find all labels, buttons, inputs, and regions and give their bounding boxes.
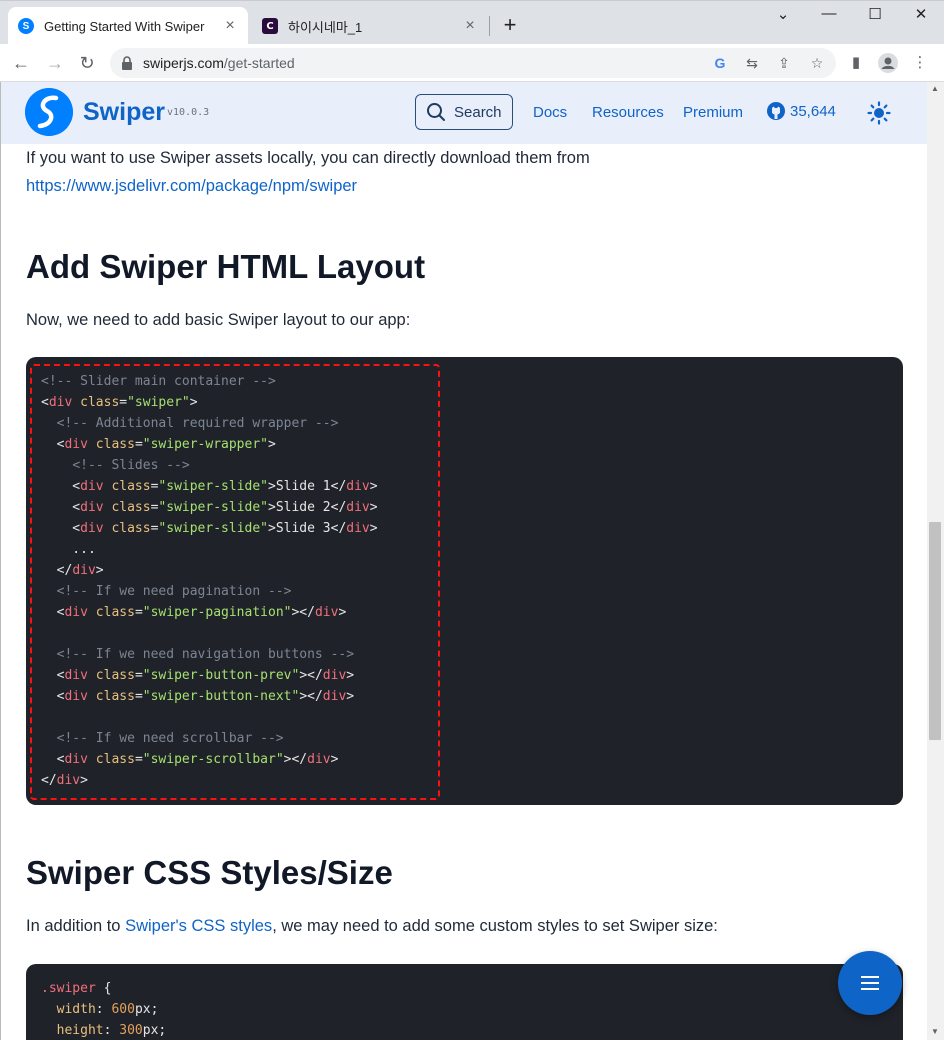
table-of-contents-button[interactable] (838, 951, 902, 1015)
swiper-logo-icon[interactable] (25, 88, 73, 136)
bookmark-star-icon[interactable]: ☆ (808, 54, 826, 72)
code-line: width: 600px; (41, 999, 159, 1020)
close-tab-icon[interactable]: × (462, 17, 478, 35)
browser-toolbar: ← → ↻ swiperjs.com/get-started G ⇆ ⇪ ☆ ▮… (0, 44, 944, 82)
lock-icon (122, 56, 132, 70)
version-label: v10.0.3 (167, 107, 210, 118)
code-line: height: 300px; (41, 1020, 167, 1040)
code-token: : (103, 1023, 120, 1038)
translate-icon[interactable]: ⇆ (743, 54, 761, 72)
heading-html-layout: Add Swiper HTML Layout (26, 248, 426, 285)
github-link[interactable]: 35,644 (767, 102, 836, 120)
browser-tab-strip: S Getting Started With Swiper × C 하이시네마_… (0, 0, 944, 45)
css-code-block: .swiper { width: 600px; height: 300px; (26, 964, 903, 1040)
site-header: Swiper v10.0.3 Search Docs Resources Pre… (1, 82, 928, 144)
url-text: swiperjs.com/get-started (143, 55, 295, 71)
intro-text: If you want to use Swiper assets locally… (26, 149, 590, 167)
github-icon (767, 102, 785, 120)
maximize-button[interactable]: ☐ (852, 5, 898, 23)
scroll-up-arrow-icon[interactable]: ▲ (929, 84, 941, 93)
menu-icon (861, 988, 879, 990)
nav-link-resources[interactable]: Resources (592, 104, 664, 121)
scroll-down-arrow-icon[interactable]: ▼ (929, 1027, 941, 1036)
tab-title: Getting Started With Swiper (44, 18, 205, 34)
code-token: width (56, 1002, 96, 1017)
tab-search-icon[interactable]: ⌄ (760, 5, 806, 23)
swiper-css-styles-link[interactable]: Swiper's CSS styles (125, 917, 272, 935)
c-favicon-icon: C (262, 18, 278, 34)
search-icon (427, 103, 445, 121)
side-panel-icon[interactable]: ▮ (846, 53, 866, 73)
profile-avatar-icon[interactable] (878, 53, 898, 73)
tab-getting-started[interactable]: S Getting Started With Swiper × (8, 7, 248, 45)
forward-icon[interactable]: → (42, 50, 68, 76)
tab-title: 하이시네마_1 (288, 19, 363, 35)
reload-icon[interactable]: ↻ (74, 50, 100, 76)
browser-menu-icon[interactable]: ⋮ (910, 53, 930, 73)
page-viewport: Swiper v10.0.3 Search Docs Resources Pre… (0, 82, 944, 1040)
code-token: 300 (119, 1023, 143, 1038)
url-path: /get-started (223, 55, 295, 71)
google-icon[interactable]: G (711, 54, 729, 72)
search-button[interactable]: Search (415, 94, 513, 130)
tab-hicinema[interactable]: C 하이시네마_1 × (252, 7, 488, 45)
css-text-after: , we may need to add some custom styles … (272, 917, 718, 935)
code-token: : (95, 1002, 112, 1017)
close-window-button[interactable]: ✕ (898, 5, 944, 23)
menu-icon (861, 976, 879, 978)
menu-icon (861, 982, 879, 984)
css-intro-text: In addition to Swiper's CSS styles, we m… (26, 912, 718, 940)
tab-divider (489, 16, 490, 36)
nav-link-premium[interactable]: Premium (683, 104, 743, 121)
code-token: 600 (111, 1002, 135, 1017)
minimize-button[interactable]: — (806, 5, 852, 22)
dashed-highlight-box (30, 364, 440, 800)
code-token: height (56, 1023, 104, 1038)
page-scrollbar-thumb[interactable] (929, 522, 941, 740)
search-label: Search (454, 103, 502, 121)
html-layout-text: Now, we need to add basic Swiper layout … (26, 311, 411, 329)
code-token: px; (134, 1002, 159, 1017)
css-text-before: In addition to (26, 917, 126, 935)
share-icon[interactable]: ⇪ (775, 54, 793, 72)
code-token: { (95, 981, 112, 996)
brand-name[interactable]: Swiper (83, 98, 165, 127)
back-icon[interactable]: ← (8, 50, 34, 76)
html-code-block: <!-- Slider main container --> <div class… (26, 357, 903, 805)
jsdelivr-link[interactable]: https://www.jsdelivr.com/package/npm/swi… (26, 172, 357, 200)
code-line: .swiper { (41, 978, 111, 999)
code-token: .swiper (41, 981, 96, 996)
code-token: px; (142, 1023, 167, 1038)
address-bar[interactable]: swiperjs.com/get-started G ⇆ ⇪ ☆ (110, 48, 836, 78)
nav-link-docs[interactable]: Docs (533, 104, 567, 121)
url-host: swiperjs.com (143, 55, 224, 71)
new-tab-button[interactable]: + (498, 13, 522, 37)
swiper-favicon-icon: S (18, 18, 34, 34)
github-star-count: 35,644 (790, 102, 836, 120)
heading-css-styles: Swiper CSS Styles/Size (26, 854, 393, 891)
close-tab-icon[interactable]: × (222, 17, 238, 35)
theme-toggle-sun-icon[interactable] (867, 101, 891, 125)
